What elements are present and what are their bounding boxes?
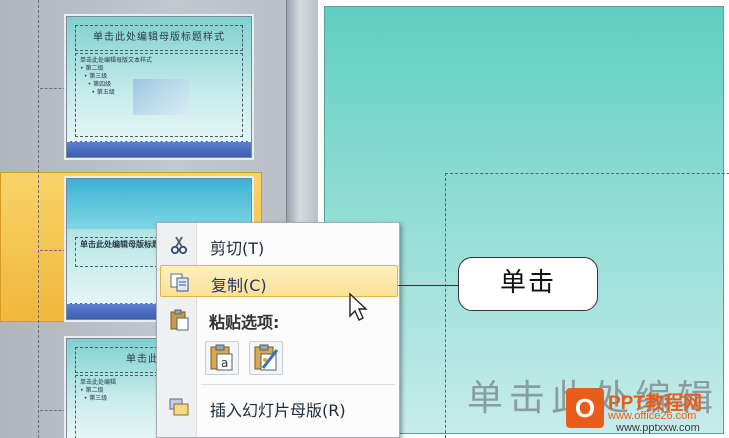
paste-options-heading: 粘贴选项: [209,313,280,332]
mouse-cursor-icon [349,292,368,321]
menu-item-label: 插入幻灯片母版(R) [210,401,346,420]
office-logo-icon: O [566,388,604,428]
paste-keep-text-icon: a [210,344,233,371]
menu-separator [201,384,395,385]
pane-guide-line [38,0,48,438]
pane-guide-line [40,250,66,251]
menu-item-cut[interactable]: 剪切(T) [160,229,398,261]
insert-master-icon [168,397,190,417]
watermark-url: www.pptxxw.com [616,422,700,434]
watermark-site: www.office26.com [608,410,697,422]
pane-guide-line [40,410,66,411]
scissors-icon [168,235,190,255]
thumbnail-footer [67,141,251,157]
paste-picture-button[interactable] [249,341,283,375]
menu-item-label: 复制(C) [211,276,267,295]
paste-glyph: a [221,356,228,370]
thumbnail-title: 单击此处编辑母版标题样式 [75,25,243,51]
context-menu: 剪切(T) 复制(C) 粘贴选项: a 插入幻灯片母版(R) [156,222,400,438]
callout-bubble: 单击 [458,257,598,311]
thumbnail-image [133,79,189,115]
copy-icon [169,272,191,292]
paste-keep-text-button[interactable]: a [205,341,239,375]
menu-item-label: 剪切(T) [210,239,265,258]
clipboard-icon [168,309,190,331]
callout-leader-line [398,285,460,286]
site-watermark: O PPT教程网 www.office26.com www.pptxxw.com [562,388,729,438]
slide-thumbnail-1[interactable]: 单击此处编辑母版标题样式 单击此处编辑母版文本样式 • 第二级 • 第三级 • … [66,16,252,158]
menu-item-insert-slide-master[interactable]: 插入幻灯片母版(R) [160,391,398,423]
pane-guide-line [40,88,66,89]
paste-picture-icon [254,344,279,371]
